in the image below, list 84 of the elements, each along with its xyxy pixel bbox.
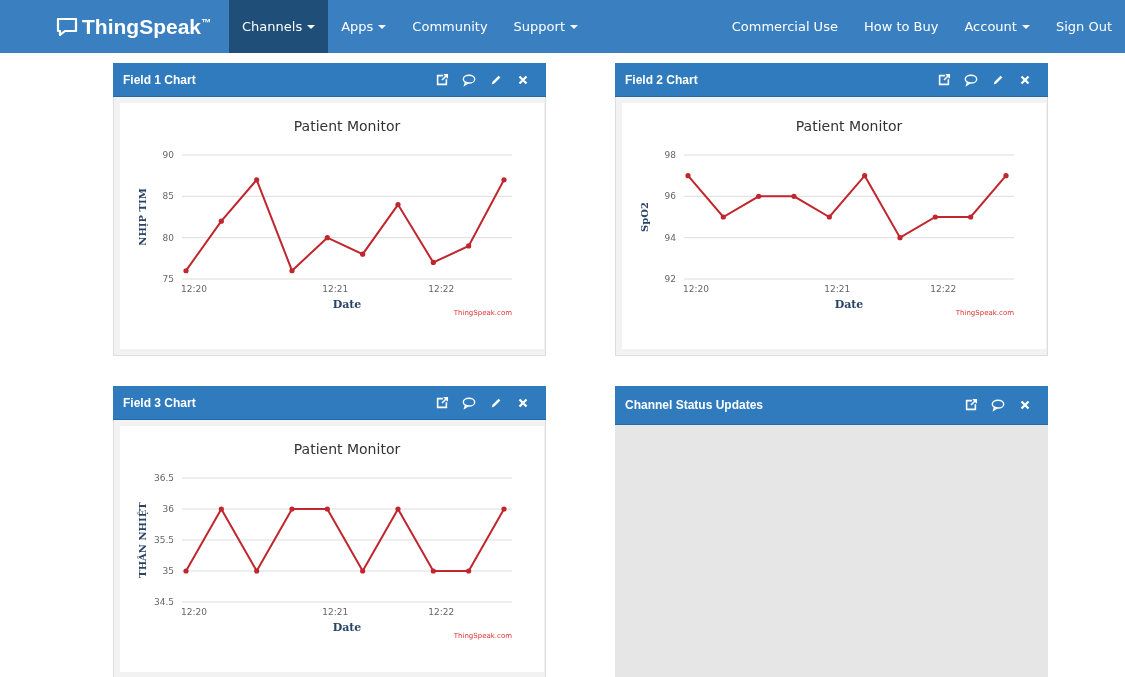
data-point (466, 568, 472, 574)
y-axis-label: THÂN NHIỆT (137, 502, 148, 578)
data-point (791, 193, 797, 199)
y-axis-label: SpO2 (639, 202, 650, 232)
data-point (466, 243, 472, 249)
panel-title: Field 1 Chart (123, 72, 197, 87)
y-tick-label: 85 (162, 191, 174, 202)
data-point (1003, 173, 1009, 179)
data-point (254, 177, 260, 183)
data-point (501, 177, 507, 183)
comment-icon[interactable] (462, 72, 476, 87)
chart-title: Patient Monitor (795, 118, 903, 134)
nav-link[interactable]: How to Buy (850, 0, 952, 53)
data-point (862, 173, 868, 179)
external-link-icon[interactable] (937, 72, 951, 87)
data-point (289, 268, 295, 274)
x-tick-label: 12:20 (683, 284, 709, 294)
nav-link[interactable]: Commercial Use (718, 0, 851, 53)
y-tick-label: 92 (664, 274, 676, 284)
data-point (183, 268, 189, 274)
close-icon[interactable] (1018, 398, 1032, 412)
y-tick-label: 96 (664, 191, 676, 202)
x-axis-label: Date (332, 621, 362, 634)
data-point (183, 568, 189, 574)
y-tick-label: 90 (162, 150, 174, 160)
data-point (430, 568, 436, 574)
data-point (395, 506, 401, 512)
data-point (430, 259, 436, 266)
data-point (932, 214, 938, 220)
data-point (685, 173, 691, 179)
nav-link[interactable]: Community (399, 0, 501, 53)
x-tick-label: 12:22 (428, 284, 455, 294)
data-point (395, 202, 401, 208)
data-point (360, 251, 366, 257)
x-tick-label: 12:20 (181, 607, 207, 617)
data-point (324, 235, 330, 241)
data-point (324, 506, 330, 512)
x-tick-label: 12:22 (428, 607, 455, 617)
y-tick-label: 94 (664, 232, 676, 243)
y-tick-label: 80 (162, 232, 174, 243)
nav-link[interactable]: Account (951, 0, 1043, 53)
y-tick-label: 35 (162, 566, 174, 576)
x-axis-label: Date (834, 298, 864, 311)
data-point (501, 506, 507, 512)
comment-icon[interactable] (964, 72, 978, 87)
panel-title: Field 3 Chart (123, 395, 197, 410)
external-link-icon[interactable] (435, 395, 449, 410)
y-tick-label: 34.5 (153, 597, 174, 607)
data-point (289, 506, 295, 512)
chat-bubble-icon (56, 16, 78, 37)
data-point (720, 214, 726, 220)
panel-title: Field 2 Chart (625, 72, 699, 87)
nav-link[interactable]: Support (500, 0, 591, 53)
x-tick-label: 12:21 (322, 284, 349, 294)
chart-title: Patient Monitor (293, 118, 401, 134)
data-point (218, 506, 224, 512)
x-tick-label: 12:20 (181, 284, 207, 294)
external-link-icon[interactable] (435, 72, 449, 87)
x-tick-label: 12:21 (824, 284, 851, 294)
y-tick-label: 36 (162, 504, 174, 514)
y-tick-label: 35.5 (153, 535, 174, 545)
nav-link[interactable]: Apps (328, 0, 400, 53)
data-point (254, 568, 260, 574)
x-tick-label: 12:22 (930, 284, 957, 294)
y-axis-label: NHỊP TIM (137, 188, 148, 246)
data-point (826, 214, 832, 220)
panel-title: Channel Status Updates (625, 398, 765, 412)
y-tick-label: 36.5 (153, 473, 174, 483)
data-point (218, 218, 224, 224)
y-tick-label: 75 (162, 274, 174, 284)
x-axis-label: Date (332, 298, 362, 311)
data-point (968, 214, 974, 220)
data-point (360, 568, 366, 574)
nav-link[interactable]: Channels (229, 0, 329, 53)
external-link-icon[interactable] (964, 398, 978, 412)
nav-link[interactable]: Sign Out (1042, 0, 1125, 53)
comment-icon[interactable] (991, 398, 1005, 412)
data-point (756, 193, 762, 199)
logo-text: ThingSpeak$^{™}$ (82, 14, 212, 39)
y-tick-label: 98 (664, 150, 676, 160)
x-tick-label: 12:21 (322, 607, 349, 617)
data-point (897, 235, 903, 241)
chart-title: Patient Monitor (293, 441, 401, 457)
comment-icon[interactable] (462, 395, 476, 410)
